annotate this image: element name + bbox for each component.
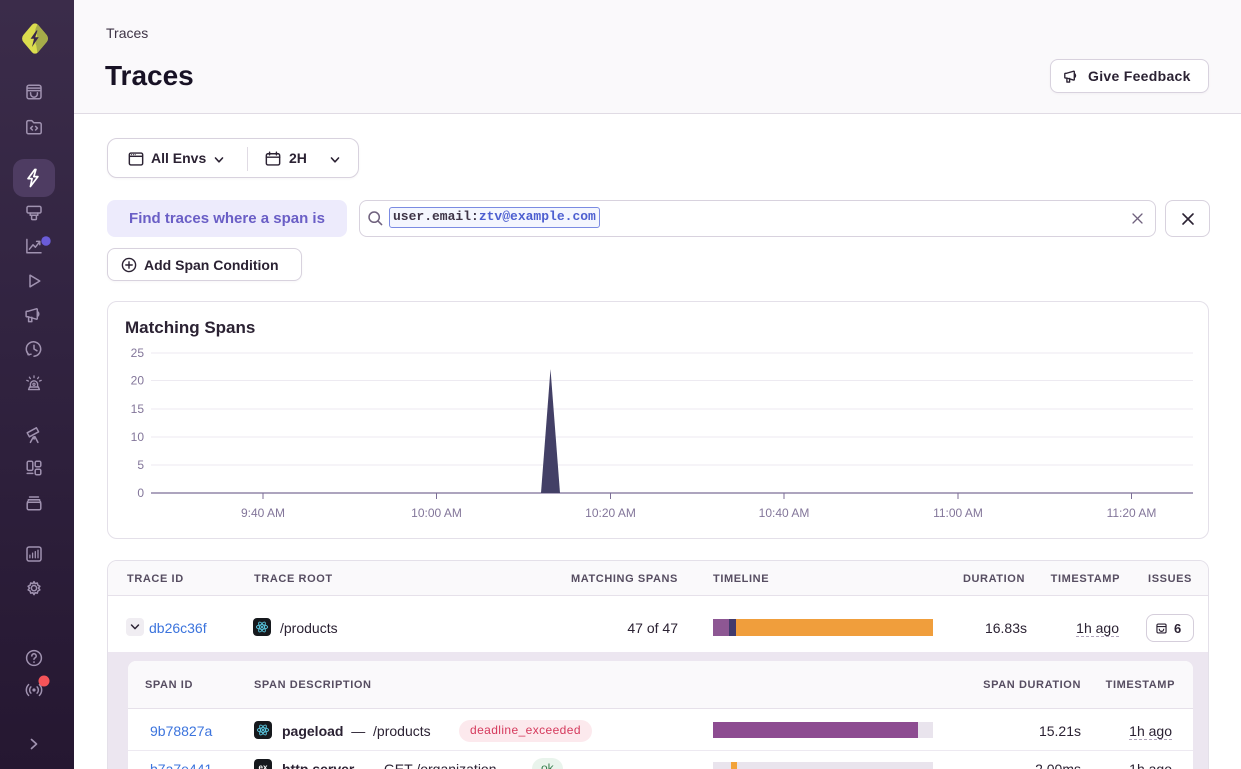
svg-text:15: 15: [131, 402, 145, 416]
svg-text:10: 10: [131, 430, 145, 444]
svg-text:10:20 AM: 10:20 AM: [585, 506, 636, 520]
svg-text:25: 25: [131, 346, 145, 360]
svg-text:10:00 AM: 10:00 AM: [411, 506, 462, 520]
svg-text:9:40 AM: 9:40 AM: [241, 506, 285, 520]
svg-text:20: 20: [131, 374, 145, 388]
svg-text:0: 0: [137, 486, 144, 500]
svg-text:11:00 AM: 11:00 AM: [933, 506, 983, 520]
svg-text:11:20 AM: 11:20 AM: [1107, 506, 1157, 520]
svg-text:5: 5: [137, 458, 144, 472]
svg-text:10:40 AM: 10:40 AM: [759, 506, 810, 520]
